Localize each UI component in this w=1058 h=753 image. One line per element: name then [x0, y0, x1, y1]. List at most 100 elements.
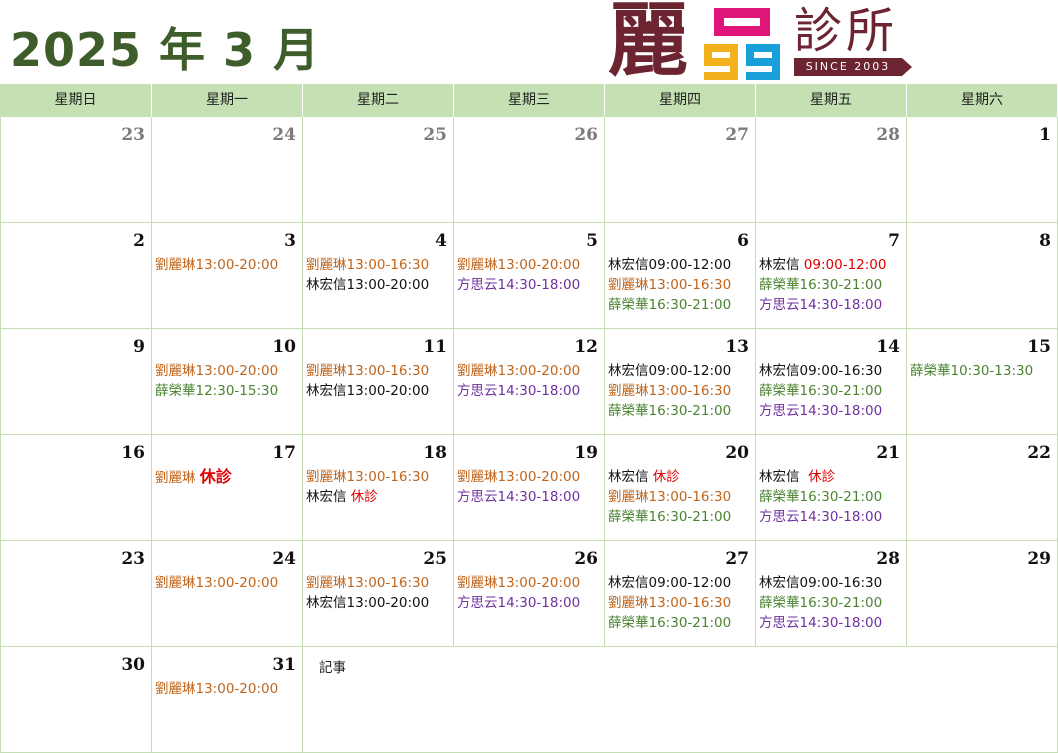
day-cell[interactable]: 23	[0, 117, 152, 223]
day-number: 23	[121, 125, 145, 145]
day-cell[interactable]: 7 林宏信 09:00-12:00 薛榮華16:30-21:00 方思云14:30-1…	[756, 223, 907, 329]
doctor-name: 方思云	[457, 489, 498, 505]
shift-entry: 林宏信 休診	[608, 467, 753, 487]
doctor-name: 薛榮華	[910, 363, 951, 379]
day-cell[interactable]: 14 林宏信09:00-16:30 薛榮華16:30-21:00 方思云14:30-1…	[756, 329, 907, 435]
day-cell[interactable]: 16	[0, 435, 152, 541]
day-cell[interactable]: 1	[907, 117, 1058, 223]
shift-entry: 薛榮華16:30-21:00	[759, 487, 904, 507]
day-cell[interactable]: 30	[0, 647, 152, 753]
shift-entry: 劉麗琳13:00-16:30	[306, 255, 451, 275]
shift-time: 09:00-16:30	[799, 363, 883, 379]
day-cell[interactable]: 21 林宏信 休診 薛榮華16:30-21:00 方思云14:30-18:00	[756, 435, 907, 541]
day-cell[interactable]: 25	[303, 117, 454, 223]
shift-time: 10:30-13:30	[950, 363, 1034, 379]
day-cell[interactable]: 13 林宏信09:00-12:00 劉麗琳13:00-16:30 薛榮華16:30-2…	[605, 329, 756, 435]
day-cell[interactable]: 22	[907, 435, 1058, 541]
day-number: 3	[284, 231, 296, 251]
clinic-logo: 麗 診所 SINCE 2003	[608, 0, 912, 86]
doctor-name: 林宏信	[608, 469, 653, 485]
day-cell[interactable]: 6 林宏信09:00-12:00 劉麗琳13:00-16:30 薛榮華16:30-21…	[605, 223, 756, 329]
doctor-name: 林宏信	[306, 489, 351, 505]
weekday-2: 星期二	[303, 84, 454, 117]
shift-entry: 林宏信 09:00-12:00	[759, 255, 904, 275]
day-number: 5	[586, 231, 598, 251]
doctor-name: 劉麗琳	[457, 575, 498, 591]
shift-entry: 方思云14:30-18:00	[759, 401, 904, 421]
shift-entry: 薛榮華16:30-21:00	[608, 613, 753, 633]
day-number: 18	[423, 443, 447, 463]
shift-entry: 薛榮華10:30-13:30	[910, 361, 1055, 381]
shift-time: 13:00-20:00	[346, 595, 430, 611]
shift-entry: 劉麗琳13:00-20:00	[155, 679, 300, 699]
shift-time: 16:30-21:00	[799, 595, 883, 611]
shift-time: 14:30-18:00	[497, 277, 581, 293]
shift-time: 13:00-16:30	[346, 575, 430, 591]
day-cell[interactable]: 4 劉麗琳13:00-16:30 林宏信13:00-20:00	[303, 223, 454, 329]
day-cell[interactable]: 19 劉麗琳13:00-20:00 方思云14:30-18:00	[454, 435, 605, 541]
day-cell[interactable]: 20 林宏信 休診 劉麗琳13:00-16:30 薛榮華16:30-21:00	[605, 435, 756, 541]
shift-list: 劉麗琳13:00-20:00	[155, 255, 300, 275]
day-cell[interactable]: 28 林宏信09:00-16:30 薛榮華16:30-21:00 方思云14:30-1…	[756, 541, 907, 647]
day-cell[interactable]: 24	[152, 117, 303, 223]
shift-list: 劉麗琳13:00-20:00 方思云14:30-18:00	[457, 573, 602, 613]
day-cell[interactable]: 31 劉麗琳13:00-20:00	[152, 647, 303, 753]
shift-entry: 劉麗琳13:00-16:30	[608, 381, 753, 401]
shift-entry: 林宏信09:00-16:30	[759, 361, 904, 381]
shift-entry: 劉麗琳13:00-16:30	[608, 487, 753, 507]
shift-entry: 林宏信 休診	[759, 467, 904, 487]
doctor-name: 薛榮華	[608, 403, 649, 419]
doctor-name: 劉麗琳	[155, 363, 196, 379]
day-cell[interactable]: 29	[907, 541, 1058, 647]
day-cell[interactable]: 28	[756, 117, 907, 223]
logo-clinic-text: 診所	[794, 3, 899, 59]
shift-list: 林宏信09:00-12:00 劉麗琳13:00-16:30 薛榮華16:30-21:…	[608, 573, 753, 633]
week-row: 23 24 劉麗琳13:00-20:00 25 劉麗琳13:00-16:30 林宏信13:…	[0, 541, 1058, 647]
day-cell[interactable]: 26	[454, 117, 605, 223]
day-cell[interactable]: 8	[907, 223, 1058, 329]
day-cell[interactable]: 10 劉麗琳13:00-20:00 薛榮華12:30-15:30	[152, 329, 303, 435]
shift-entry: 劉麗琳13:00-16:30	[306, 467, 451, 487]
day-cell[interactable]: 9	[0, 329, 152, 435]
day-number: 26	[574, 125, 598, 145]
doctor-name: 林宏信	[306, 277, 347, 293]
doctor-name: 林宏信	[608, 257, 649, 273]
shift-entry: 劉麗琳13:00-20:00	[155, 361, 300, 381]
day-cell[interactable]: 17 劉麗琳 休診	[152, 435, 303, 541]
day-cell[interactable]: 23	[0, 541, 152, 647]
shift-list: 劉麗琳13:00-20:00 方思云14:30-18:00	[457, 361, 602, 401]
day-number: 8	[1039, 231, 1051, 251]
day-number: 28	[876, 125, 900, 145]
day-number: 28	[876, 549, 900, 569]
day-cell[interactable]: 24 劉麗琳13:00-20:00	[152, 541, 303, 647]
day-cell[interactable]: 15 薛榮華10:30-13:30	[907, 329, 1058, 435]
day-cell[interactable]: 11 劉麗琳13:00-16:30 林宏信13:00-20:00	[303, 329, 454, 435]
shift-entry: 劉麗琳13:00-20:00	[457, 573, 602, 593]
day-cell[interactable]: 18 劉麗琳13:00-16:30 林宏信 休診	[303, 435, 454, 541]
doctor-name: 薛榮華	[608, 615, 649, 631]
day-cell[interactable]: 2	[0, 223, 152, 329]
day-cell[interactable]: 27 林宏信09:00-12:00 劉麗琳13:00-16:30 薛榮華16:30-2…	[605, 541, 756, 647]
doctor-name: 林宏信	[759, 575, 800, 591]
day-cell[interactable]: 26 劉麗琳13:00-20:00 方思云14:30-18:00	[454, 541, 605, 647]
weekday-4: 星期四	[605, 84, 756, 117]
notes-area[interactable]: 記事	[303, 647, 1058, 753]
doctor-name: 林宏信	[306, 595, 347, 611]
day-cell[interactable]: 12 劉麗琳13:00-20:00 方思云14:30-18:00	[454, 329, 605, 435]
shift-entry: 林宏信13:00-20:00	[306, 275, 451, 295]
day-number: 12	[574, 337, 598, 357]
shift-list: 林宏信09:00-16:30 薛榮華16:30-21:00 方思云14:30-18:…	[759, 361, 904, 421]
day-cell[interactable]: 3 劉麗琳13:00-20:00	[152, 223, 303, 329]
shift-list: 劉麗琳13:00-16:30 林宏信13:00-20:00	[306, 361, 451, 401]
doctor-name: 劉麗琳	[155, 681, 196, 697]
doctor-name: 薛榮華	[759, 489, 800, 505]
doctor-name: 薛榮華	[608, 297, 649, 313]
day-cell[interactable]: 5 劉麗琳13:00-20:00 方思云14:30-18:00	[454, 223, 605, 329]
shift-entry: 劉麗琳13:00-20:00	[457, 467, 602, 487]
day-number: 6	[737, 231, 749, 251]
day-cell[interactable]: 25 劉麗琳13:00-16:30 林宏信13:00-20:00	[303, 541, 454, 647]
shift-entry: 劉麗琳 休診	[155, 467, 300, 488]
shift-entry: 劉麗琳13:00-16:30	[608, 593, 753, 613]
day-cell[interactable]: 27	[605, 117, 756, 223]
week-row: 2 3 劉麗琳13:00-20:00 4 劉麗琳13:00-16:30 林宏信13:00-…	[0, 223, 1058, 329]
